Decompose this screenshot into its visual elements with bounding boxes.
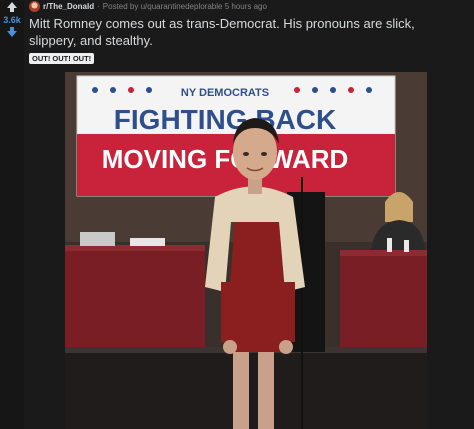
banner-middle-text: FIGHTING BACK — [114, 104, 336, 135]
subreddit-avatar-icon[interactable] — [29, 0, 40, 12]
post-meta: r/The_Donald · Posted by u/quarantinedep… — [29, 0, 267, 12]
author-link[interactable]: u/quarantinedeplorable — [141, 2, 223, 11]
banner-top-text: NY DEMOCRATS — [181, 87, 269, 99]
banner-bottom-text: MOVING FORWARD — [102, 144, 349, 174]
mic-stand — [301, 177, 303, 429]
post-title[interactable]: Mitt Romney comes out as trans-Democrat.… — [29, 15, 449, 49]
vote-score: 3.6k — [3, 15, 21, 25]
subreddit-link[interactable]: r/The_Donald — [43, 2, 94, 11]
post-flair[interactable]: OUT! OUT! OUT! — [29, 53, 95, 64]
post-time: 5 hours ago — [224, 1, 267, 11]
vote-column: 3.6k — [0, 0, 24, 429]
left-table — [65, 232, 205, 347]
downvote-arrow-icon[interactable] — [6, 26, 18, 38]
separator-dot: · — [97, 1, 100, 11]
posted-by-label: Posted by — [102, 1, 139, 11]
post-image[interactable]: NY DEMOCRATS FIGHTING BACK MOVING FORWAR… — [65, 72, 427, 429]
post-card: 3.6k r/The_Donald · Posted by u/quaranti… — [0, 0, 474, 429]
meme-image: NY DEMOCRATS FIGHTING BACK MOVING FORWAR… — [65, 72, 427, 429]
upvote-arrow-icon[interactable] — [6, 1, 18, 13]
